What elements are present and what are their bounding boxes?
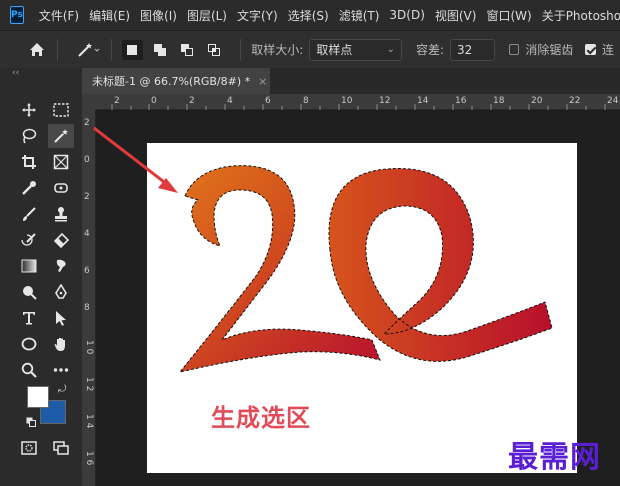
digit-zero-loop-shape [328, 168, 553, 362]
watermark: 最需网 [508, 440, 601, 475]
pointer-arrow [93, 126, 169, 187]
foreground-color-swatch[interactable] [27, 386, 49, 408]
photoshop-window: Ps 文件(F) 编辑(E) 图像(I) 图层(L) 文字(Y) 选择(S) 滤… [0, 0, 620, 486]
canvas-caption: 生成选区 [211, 404, 311, 432]
